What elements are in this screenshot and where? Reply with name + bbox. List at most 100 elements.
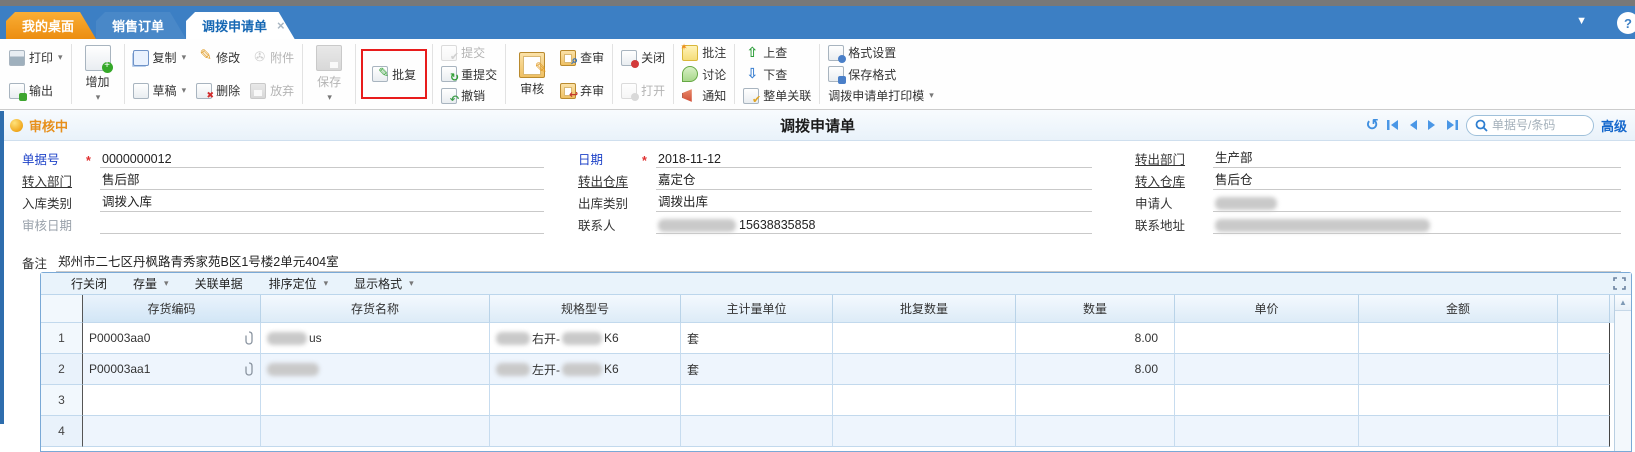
help-icon[interactable]: ? xyxy=(1617,12,1635,34)
unaudit-button[interactable]: 弃审 xyxy=(555,81,609,100)
search-input[interactable] xyxy=(1492,118,1582,132)
approved-qty-cell[interactable] xyxy=(833,354,1016,385)
annotate-button[interactable]: 批注 xyxy=(677,43,731,62)
applicant-value[interactable] xyxy=(1213,197,1621,212)
button-label: 保存 xyxy=(317,73,341,90)
grid-menu-sort-locate[interactable]: 排序定位▾ xyxy=(269,275,329,292)
col-header-unit[interactable]: 主计量单位 xyxy=(681,295,833,323)
price-cell[interactable] xyxy=(1175,354,1359,385)
out-dept-value[interactable]: 生产部 xyxy=(1213,147,1621,168)
grid-menu-related-docs[interactable]: 关联单据 xyxy=(195,275,243,292)
field-address: 联系地址 xyxy=(1135,219,1621,234)
field-label[interactable]: 转出部门 xyxy=(1135,149,1199,168)
print-button[interactable]: 打印 ▾ xyxy=(4,48,68,67)
tab-sales-order[interactable]: 销售订单 xyxy=(96,12,186,39)
discuss-button[interactable]: 讨论 xyxy=(677,65,731,84)
copy-button[interactable]: 复制 ▾ xyxy=(128,48,192,67)
table-row[interactable]: 1 P00003aa0 us 右开- K6 套 8.00 xyxy=(41,323,1614,354)
scroll-up-icon[interactable]: ▲ xyxy=(1615,295,1631,311)
item-name-cell[interactable] xyxy=(261,354,490,385)
date-value[interactable]: 2018-11-12 xyxy=(656,152,1092,168)
table-row[interactable]: 4 xyxy=(41,416,1614,447)
item-name-cell[interactable]: us xyxy=(261,323,490,354)
qty-cell[interactable]: 8.00 xyxy=(1016,323,1175,354)
refresh-button[interactable]: ↺ xyxy=(1366,115,1379,135)
out-warehouse-value[interactable]: 嘉定仓 xyxy=(656,169,1092,190)
close-doc-button[interactable]: 关闭 xyxy=(616,48,670,67)
draft-button[interactable]: 草稿 ▾ xyxy=(128,81,192,100)
price-cell[interactable] xyxy=(1175,323,1359,354)
separator xyxy=(612,44,613,104)
check-audit-button[interactable]: 查审 xyxy=(555,48,609,67)
col-header-spec[interactable]: 规格型号 xyxy=(490,295,681,323)
export-button[interactable]: 输出 xyxy=(4,81,68,100)
in-type-value[interactable]: 调拨入库 xyxy=(100,191,544,212)
add-button[interactable]: 增加 ▾ xyxy=(75,41,121,107)
amount-cell[interactable] xyxy=(1359,354,1558,385)
button-label: 上查 xyxy=(763,44,787,61)
table-row[interactable]: 2 P00003aa1 左开- K6 套 8.00 xyxy=(41,354,1614,385)
field-label[interactable]: 转入部门 xyxy=(22,171,86,190)
tab-my-desktop[interactable]: 我的桌面 xyxy=(6,12,96,39)
field-label[interactable]: 转出仓库 xyxy=(578,171,642,190)
doc-no-value[interactable]: 0000000012 xyxy=(100,152,544,168)
button-label: 放弃 xyxy=(270,82,294,99)
next-record-button[interactable] xyxy=(1426,119,1438,131)
contact-value[interactable]: 15638835858 xyxy=(656,218,1092,234)
field-label[interactable]: 转入仓库 xyxy=(1135,171,1199,190)
col-header-approved-qty[interactable]: 批复数量 xyxy=(833,295,1016,323)
vertical-scrollbar[interactable]: ▲ xyxy=(1614,295,1631,451)
query-down-button[interactable]: 下查 xyxy=(738,65,816,84)
chevron-down-icon[interactable]: ▼ xyxy=(1576,15,1587,27)
paperclip-icon[interactable] xyxy=(244,331,254,345)
print-template-dropdown[interactable]: 调拨申请单打印模 ▾ xyxy=(823,86,939,105)
button-label: 撤销 xyxy=(461,87,485,104)
format-settings-button[interactable]: 格式设置 xyxy=(823,43,939,62)
field-label: 申请人 xyxy=(1135,193,1199,212)
item-spec-cell[interactable]: 右开- K6 xyxy=(490,323,681,354)
col-header-amount[interactable]: 金额 xyxy=(1359,295,1558,323)
save-format-button[interactable]: 保存格式 xyxy=(823,65,939,84)
amount-cell[interactable] xyxy=(1359,323,1558,354)
close-doc-icon xyxy=(621,50,637,66)
advanced-search-link[interactable]: 高级 xyxy=(1601,116,1627,135)
delete-button[interactable]: 删除 xyxy=(191,81,245,100)
approved-qty-cell[interactable] xyxy=(833,323,1016,354)
last-record-button[interactable] xyxy=(1445,119,1459,131)
button-label: 关闭 xyxy=(641,49,665,66)
doc-link-button[interactable]: 整单关联 xyxy=(738,86,816,105)
tab-close-icon[interactable]: × xyxy=(277,18,285,33)
prev-record-button[interactable] xyxy=(1407,119,1419,131)
col-header-unit-price[interactable]: 单价 xyxy=(1175,295,1359,323)
col-header-item-code[interactable]: 存货编码 xyxy=(83,295,261,323)
detail-grid: 行关闭 存量▾ 关联单据 排序定位▾ 显示格式▾ 存货编码 存货名称 规格型号 … xyxy=(40,272,1632,452)
qty-cell[interactable]: 8.00 xyxy=(1016,354,1175,385)
out-type-value[interactable]: 调拨出库 xyxy=(656,191,1092,212)
grid-menu-display-format[interactable]: 显示格式▾ xyxy=(354,275,414,292)
table-row[interactable]: 3 xyxy=(41,385,1614,416)
query-up-button[interactable]: 上查 xyxy=(738,43,816,62)
grid-expand-icon[interactable] xyxy=(1613,277,1626,293)
resubmit-button[interactable]: 重提交 xyxy=(436,65,502,84)
in-warehouse-value[interactable]: 售后仓 xyxy=(1213,169,1621,190)
approve-button[interactable]: 批复 xyxy=(367,65,421,84)
col-header-qty[interactable]: 数量 xyxy=(1016,295,1175,323)
item-spec-cell[interactable]: 左开- K6 xyxy=(490,354,681,385)
unit-cell[interactable]: 套 xyxy=(681,323,833,354)
grid-menu-stock[interactable]: 存量▾ xyxy=(133,275,169,292)
first-record-button[interactable] xyxy=(1386,119,1400,131)
doc-search-box[interactable] xyxy=(1466,115,1594,136)
grid-menu-row-close[interactable]: 行关闭 xyxy=(71,275,107,292)
chevron-down-icon: ▾ xyxy=(58,52,63,63)
modify-button[interactable]: 修改 xyxy=(191,48,245,67)
col-header-item-name[interactable]: 存货名称 xyxy=(261,295,490,323)
notify-button[interactable]: 通知 xyxy=(677,86,731,105)
remark-value[interactable]: 郑州市二七区丹枫路青秀家苑B区1号楼2单元404室 xyxy=(56,251,1621,272)
address-value[interactable] xyxy=(1213,219,1621,234)
in-dept-value[interactable]: 售后部 xyxy=(100,169,544,190)
unit-cell[interactable]: 套 xyxy=(681,354,833,385)
tab-transfer-requisition[interactable]: 调拨申请单 × xyxy=(186,12,295,39)
paperclip-icon[interactable] xyxy=(244,362,254,376)
audit-button[interactable]: 审核 xyxy=(509,41,555,107)
revoke-button[interactable]: 撤销 xyxy=(436,86,502,105)
